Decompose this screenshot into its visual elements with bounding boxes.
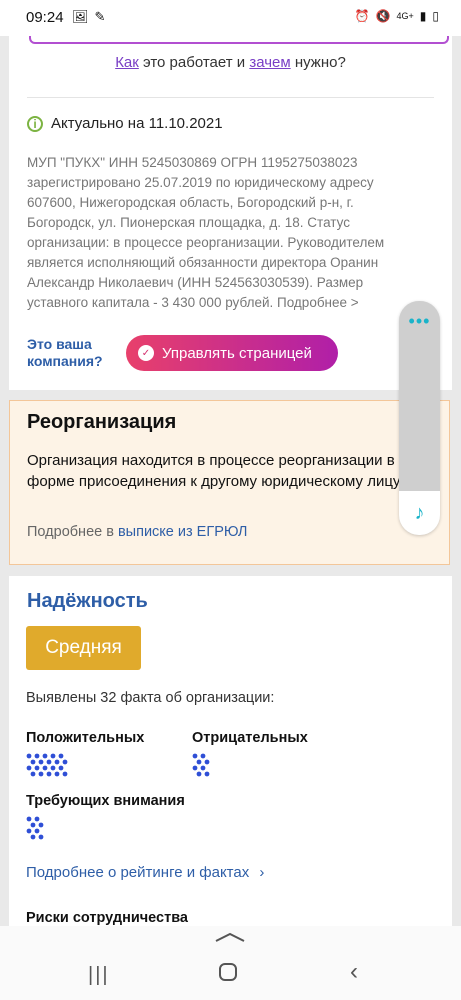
lte-icon: 4G+ (396, 11, 414, 21)
music-note-icon[interactable]: ♪ (399, 491, 440, 535)
shield-icon: ✓ (138, 345, 154, 361)
reorganization-more: Подробнее в выписке из ЕГРЮЛ (27, 524, 248, 540)
more-dots-icon[interactable]: ••• (399, 311, 440, 332)
reorganization-text: Организация находится в процессе реорган… (27, 452, 404, 490)
facts-count: Выявлены 32 факта об организации: (26, 690, 275, 706)
how-it-works: Как это работает и зачем нужно? (115, 54, 346, 71)
reliability-card: Надёжность Средняя Выявлены 32 факта об … (9, 576, 452, 926)
attention-label: Требующих внимания (26, 793, 185, 809)
how-link[interactable]: Как (115, 54, 139, 71)
image-icon: 🖼 (72, 9, 89, 24)
risks-heading: Риски сотрудничества (26, 910, 188, 926)
attention-dots-icon (26, 816, 44, 840)
reliability-grade-badge: Средняя (26, 626, 141, 670)
reorganization-card: Реорганизация Организация находится в пр… (9, 400, 450, 565)
rating-details-link[interactable]: Подробнее о рейтинге и фактах › (26, 864, 264, 881)
floating-side-panel[interactable]: ••• ♪ (399, 301, 440, 535)
status-time: 09:24 (26, 9, 64, 26)
chevron-right-icon: › (259, 864, 265, 881)
manage-page-button[interactable]: ✓ Управлять страницей (126, 335, 338, 371)
own-company-question: Это ваша компания? (27, 336, 103, 369)
divider (27, 97, 434, 98)
negative-label: Отрицательных (192, 730, 308, 746)
chevron-up-icon[interactable] (215, 932, 245, 942)
recent-apps-icon[interactable]: ||| (88, 964, 110, 987)
info-icon: i (27, 115, 43, 132)
reorganization-title: Реорганизация (27, 411, 177, 433)
wand-icon: ✎ (94, 9, 106, 24)
alarm-icon: ⏰ (354, 9, 370, 23)
actual-date: i Актуально на 11.10.2021 (27, 115, 223, 132)
system-nav-bar: ||| ‹ (0, 926, 461, 1000)
mute-icon: 🔇 (375, 9, 391, 23)
company-description[interactable]: МУП "ПУКХ" ИНН 5245030869 ОГРН 119527503… (27, 153, 407, 313)
back-icon[interactable]: ‹ (350, 958, 358, 986)
why-link[interactable]: зачем (249, 54, 290, 71)
search-box-edge (29, 36, 449, 44)
positive-label: Положительных (26, 730, 145, 746)
positive-dots-icon (26, 753, 68, 777)
battery-icon: ▯ (432, 9, 439, 23)
company-card: Как это работает и зачем нужно? i Актуал… (9, 36, 452, 390)
egrul-link[interactable]: выписке из ЕГРЮЛ (118, 524, 247, 540)
main-scroll[interactable]: Как это работает и зачем нужно? i Актуал… (0, 36, 461, 926)
negative-dots-icon (192, 753, 210, 777)
status-bar: 09:24 🖼 ✎ ⏰ 🔇 4G+ ▮ ▯ (0, 0, 461, 36)
signal-icon: ▮ (419, 9, 427, 23)
home-icon[interactable] (219, 963, 237, 981)
reliability-title: Надёжность (27, 590, 148, 612)
